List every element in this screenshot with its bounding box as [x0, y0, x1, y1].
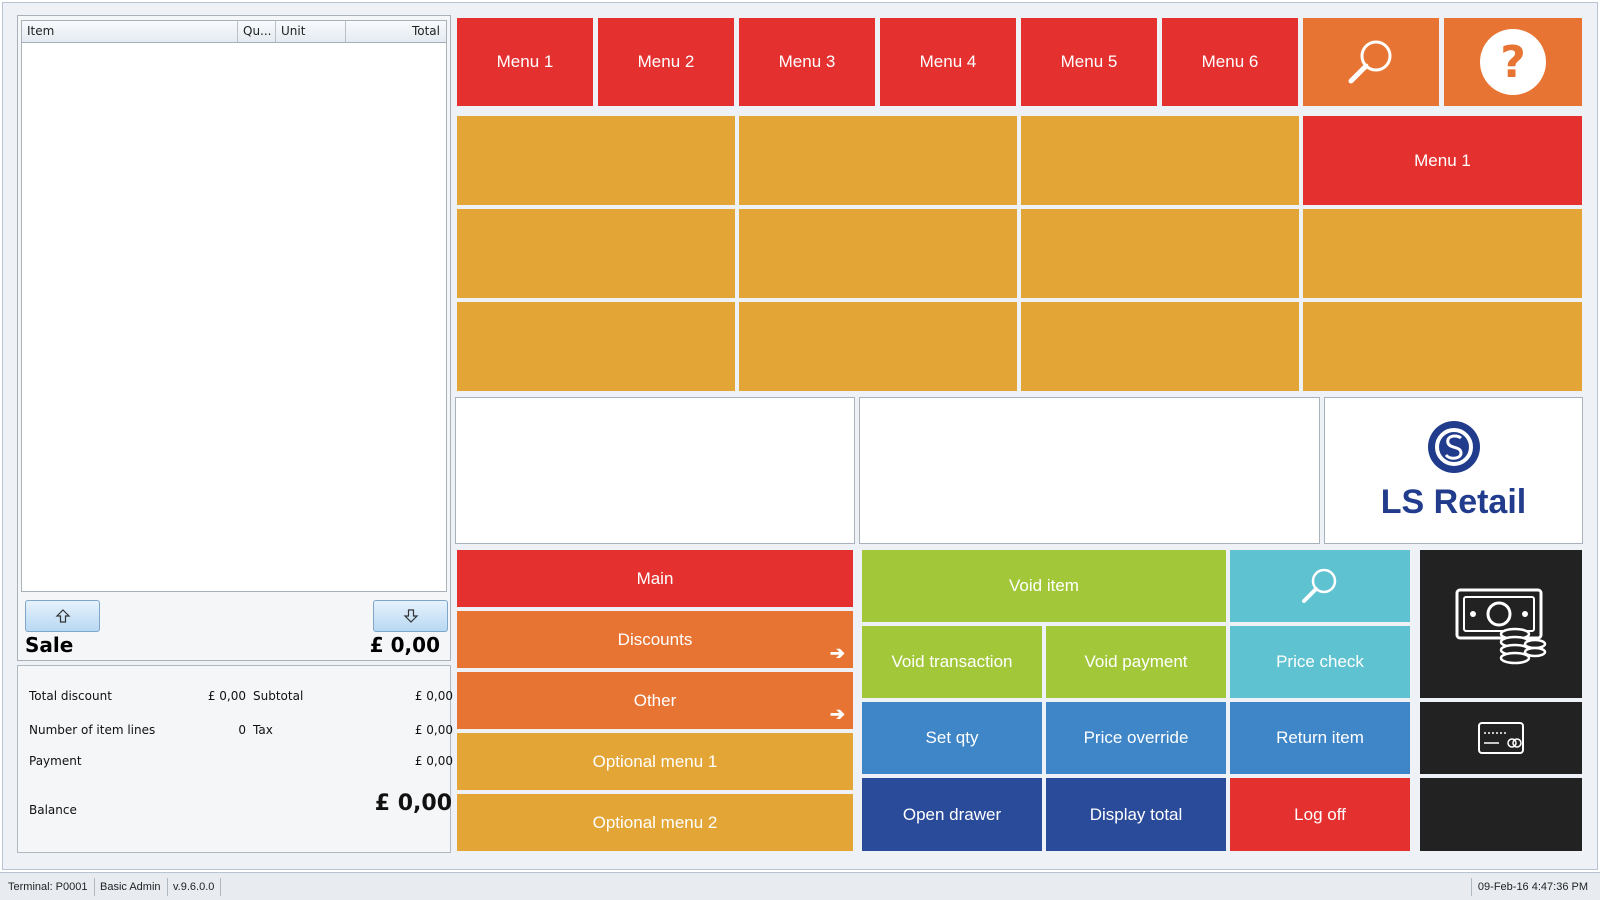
info-panel-center: [859, 397, 1320, 544]
search-item-button[interactable]: [1230, 550, 1410, 622]
item-lines-label: Number of item lines: [29, 723, 156, 737]
arrow-down-icon: [403, 609, 418, 623]
total-discount-value: £ 0,00: [207, 689, 246, 703]
other-label: Other: [633, 690, 677, 710]
card-payment-icon: [1478, 722, 1524, 754]
grid-button-r2c1[interactable]: [457, 209, 735, 298]
search-icon: [1348, 40, 1392, 84]
menu-5-button[interactable]: Menu 5: [1021, 18, 1157, 106]
menu-2-button[interactable]: Menu 2: [598, 18, 734, 106]
total-discount-label: Total discount: [29, 689, 112, 703]
status-bar: Terminal: P0001 Basic Admin v.9.6.0.0 09…: [0, 872, 1600, 900]
open-drawer-button[interactable]: Open drawer: [862, 778, 1042, 851]
return-item-button[interactable]: Return item: [1230, 702, 1410, 774]
user-status: Basic Admin: [94, 878, 168, 896]
menu-4-button[interactable]: Menu 4: [880, 18, 1016, 106]
ls-retail-logo-icon: [1427, 421, 1480, 473]
grid-menu-1-button[interactable]: Menu 1: [1303, 116, 1582, 205]
void-payment-button[interactable]: Void payment: [1046, 626, 1226, 698]
card-payment-button[interactable]: [1420, 702, 1582, 774]
grid-button-r1c1[interactable]: [457, 116, 735, 205]
search-icon: [1302, 568, 1337, 603]
price-override-button[interactable]: Price override: [1046, 702, 1226, 774]
svg-text:?: ?: [1500, 37, 1526, 88]
tax-label: Tax: [253, 723, 273, 737]
column-header-item[interactable]: Item: [22, 21, 238, 42]
brand-name: LS Retail: [1380, 483, 1527, 521]
grid-button-r2c2[interactable]: [739, 209, 1017, 298]
menu-1-button[interactable]: Menu 1: [457, 18, 593, 106]
sale-label: Sale: [25, 633, 74, 657]
discounts-menu-button[interactable]: Discounts ➔: [457, 611, 853, 668]
grid-button-r3c1[interactable]: [457, 302, 735, 391]
void-transaction-button[interactable]: Void transaction: [862, 626, 1042, 698]
void-item-button[interactable]: Void item: [862, 550, 1226, 622]
item-lines-value: 0: [238, 723, 246, 737]
receipt-grid[interactable]: Item Qu... Unit Total: [21, 20, 447, 592]
info-panel-left: [455, 397, 855, 544]
tax-value: £ 0,00: [414, 723, 453, 737]
empty-action-button[interactable]: [1420, 778, 1582, 851]
payment-label: Payment: [29, 754, 82, 768]
column-header-qty[interactable]: Qu...: [238, 21, 276, 42]
menu-3-button[interactable]: Menu 3: [739, 18, 875, 106]
balance-label: Balance: [29, 803, 77, 817]
sale-amount: £ 0,00: [369, 633, 440, 657]
grid-header: Item Qu... Unit Total: [22, 21, 446, 43]
logo-panel: LS Retail: [1324, 397, 1583, 544]
datetime-status: 09-Feb-16 4:47:36 PM: [1470, 878, 1594, 896]
grid-button-r2c4[interactable]: [1303, 209, 1582, 298]
column-header-total[interactable]: Total: [346, 21, 446, 42]
scroll-down-button[interactable]: [373, 600, 448, 632]
grid-button-r3c3[interactable]: [1021, 302, 1299, 391]
column-header-unit[interactable]: Unit: [276, 21, 346, 42]
search-button[interactable]: [1303, 18, 1439, 106]
terminal-status: Terminal: P0001: [2, 878, 95, 896]
help-button[interactable]: ?: [1444, 18, 1582, 106]
cash-payment-button[interactable]: [1420, 550, 1582, 698]
grid-button-r3c4[interactable]: [1303, 302, 1582, 391]
display-total-button[interactable]: Display total: [1046, 778, 1226, 851]
other-menu-button[interactable]: Other ➔: [457, 672, 853, 729]
subtotal-value: £ 0,00: [414, 689, 453, 703]
subtotal-label: Subtotal: [253, 689, 304, 703]
grid-button-r2c3[interactable]: [1021, 209, 1299, 298]
log-off-button[interactable]: Log off: [1230, 778, 1410, 851]
main-menu-button[interactable]: Main: [457, 550, 853, 607]
arrow-up-icon: [55, 609, 70, 623]
set-qty-button[interactable]: Set qty: [862, 702, 1042, 774]
menu-6-button[interactable]: Menu 6: [1162, 18, 1298, 106]
optional-menu-2-button[interactable]: Optional menu 2: [457, 794, 853, 851]
optional-menu-1-button[interactable]: Optional menu 1: [457, 733, 853, 790]
payment-value: £ 0,00: [414, 754, 453, 768]
help-icon: ?: [1480, 29, 1546, 95]
grid-button-r1c2[interactable]: [739, 116, 1017, 205]
balance-amount: £ 0,00: [374, 791, 452, 816]
arrow-right-icon: ➔: [829, 643, 845, 663]
cash-payment-icon: [1455, 588, 1547, 665]
version-status: v.9.6.0.0: [167, 878, 222, 896]
scroll-up-button[interactable]: [25, 600, 100, 632]
grid-button-r1c3[interactable]: [1021, 116, 1299, 205]
totals-panel: Total discount £ 0,00 Subtotal £ 0,00 Nu…: [17, 665, 453, 853]
arrow-right-icon: ➔: [829, 704, 845, 724]
price-check-button[interactable]: Price check: [1230, 626, 1410, 698]
discounts-label: Discounts: [617, 629, 693, 649]
grid-button-r3c2[interactable]: [739, 302, 1017, 391]
